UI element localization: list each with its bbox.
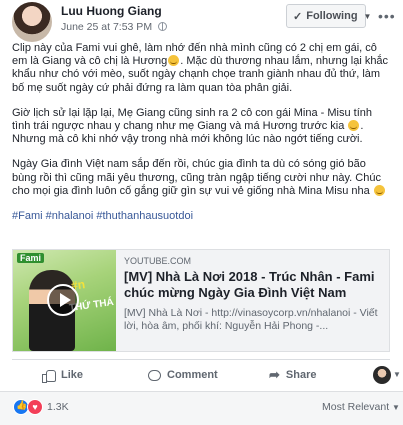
reaction-count[interactable]: 1.3K — [47, 401, 69, 413]
hashtags[interactable]: #Fami #nhalanoi #thuthanhausuotdoi — [12, 210, 392, 223]
caret-down-icon: ▼ — [392, 403, 400, 412]
sort-label: Most Relevant — [322, 401, 390, 413]
reactions-bar: ♥ 1.3K Most Relevant ▼ — [0, 391, 403, 425]
smile-emoji-icon — [348, 120, 360, 132]
globe-icon — [157, 22, 167, 31]
smile-emoji-icon — [373, 184, 385, 196]
thumbs-up-icon — [42, 369, 56, 383]
paragraph-text: Giờ lịch sử lại lặp lại, Mẹ Giang cũng s… — [12, 106, 373, 133]
link-description: [MV] Nhà Là Nơi - http://vinasoycorp.vn/… — [124, 307, 378, 332]
post-header: Luu Huong Giang June 25 at 7:53 PM ✓ Fol… — [0, 0, 403, 42]
video-thumbnail[interactable]: Fami #n THỨ THÁ — [13, 250, 116, 351]
link-title[interactable]: [MV] Nhà Là Nơi 2018 - Trúc Nhân - Fami … — [124, 269, 381, 301]
link-body[interactable]: YOUTUBE.COM [MV] Nhà Là Nơi 2018 - Trúc … — [116, 250, 389, 351]
action-bar: Like Comment ➦ Share ▼ — [12, 359, 401, 386]
like-button[interactable]: Like — [42, 364, 83, 386]
comment-sort-dropdown[interactable]: Most Relevant ▼ — [322, 401, 400, 413]
post-paragraph: Clip này của Fami vui ghê, làm nhớ đến n… — [12, 42, 389, 94]
thumbnail-logo: Fami — [17, 253, 45, 263]
smile-emoji-icon — [168, 55, 180, 67]
caret-down-icon: ▼ — [363, 11, 372, 21]
author-avatar[interactable] — [12, 2, 52, 42]
share-icon: ➦ — [269, 367, 280, 382]
following-button[interactable]: ✓ Following ▼ — [286, 4, 371, 28]
comment-icon — [148, 369, 161, 381]
post-text: Clip này của Fami vui ghê, làm nhớ đến n… — [12, 42, 392, 223]
link-domain: YOUTUBE.COM — [124, 256, 192, 266]
timestamp-text[interactable]: June 25 at 7:53 PM — [61, 21, 152, 33]
play-icon[interactable] — [47, 284, 79, 316]
more-options-icon[interactable]: ••• — [378, 8, 396, 24]
caret-down-icon[interactable]: ▼ — [393, 370, 401, 379]
like-label: Like — [61, 369, 84, 381]
viewer-avatar[interactable] — [373, 366, 391, 384]
paragraph-text: Nhưng mà cô khi nhớ vậy trong nhà mới kh… — [12, 133, 363, 146]
comment-label: Comment — [167, 369, 218, 381]
share-button[interactable]: ➦ Share — [269, 364, 316, 386]
post-paragraph: Giờ lịch sử lại lặp lại, Mẹ Giang cũng s… — [12, 106, 373, 146]
post-timestamp[interactable]: June 25 at 7:53 PM — [61, 21, 167, 33]
share-label: Share — [285, 369, 317, 381]
paragraph-text: Ngày Gia đình Việt nam sắp đến rồi, chúc… — [12, 158, 381, 197]
love-reaction-icon[interactable]: ♥ — [27, 399, 43, 415]
following-label: Following — [306, 10, 358, 22]
post-paragraph: Ngày Gia đình Việt nam sắp đến rồi, chúc… — [12, 158, 392, 198]
author-name[interactable]: Luu Huong Giang — [61, 4, 162, 18]
comment-button[interactable]: Comment — [148, 364, 218, 386]
link-preview-card[interactable]: Fami #n THỨ THÁ YOUTUBE.COM [MV] Nhà Là … — [12, 249, 390, 352]
check-icon: ✓ — [293, 10, 303, 23]
